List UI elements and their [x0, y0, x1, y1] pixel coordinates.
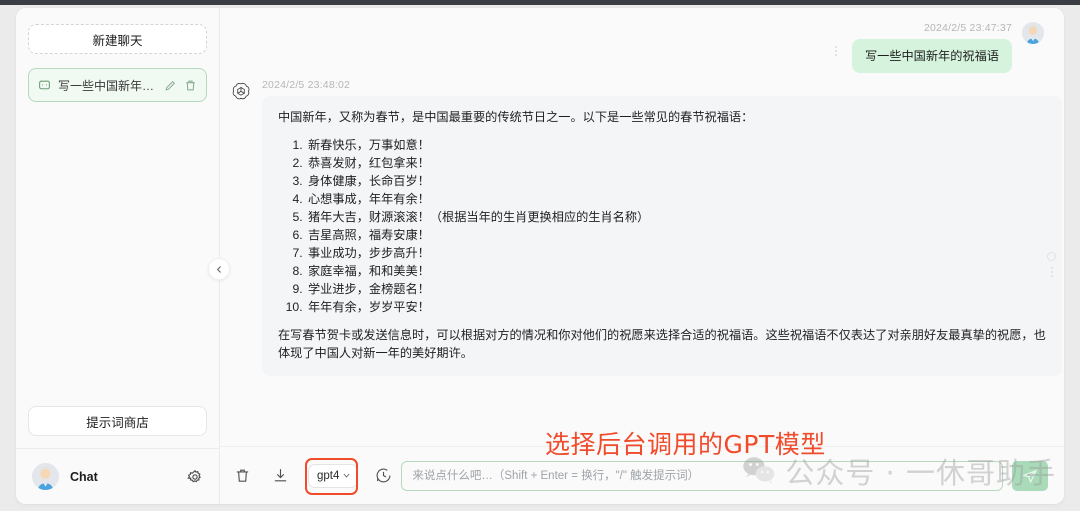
annotation-text: 选择后台调用的GPT模型	[545, 430, 826, 459]
conversation-scroll-area[interactable]: 2024/2/5 23:47:37 写一些中国新年的祝福语 2024/2/5 2…	[220, 8, 1064, 446]
list-item: 年年有余，岁岁平安！	[306, 298, 1046, 316]
chevron-left-icon	[216, 265, 221, 273]
os-titlebar	[0, 0, 1080, 5]
assistant-message-column: 2024/2/5 23:48:02 中国新年，又称为春节，是中国最重要的传统节日…	[262, 79, 1062, 376]
user-name-label: Chat	[70, 469, 98, 484]
greetings-list: 新春快乐，万事如意！ 恭喜发财，红包拿来！ 身体健康，长命百岁！ 心想事成，年年…	[278, 136, 1046, 316]
avatar	[32, 463, 59, 490]
assistant-intro-paragraph: 中国新年，又称为春节，是中国最重要的传统节日之一。以下是一些常见的春节祝福语：	[278, 110, 754, 124]
chat-item-title: 写一些中国新年的…	[58, 78, 157, 93]
openai-logo-icon	[230, 81, 252, 103]
list-item: 恭喜发财，红包拿来！	[306, 154, 1046, 172]
pencil-icon[interactable]	[164, 79, 177, 92]
main-panel: 2024/2/5 23:47:37 写一些中国新年的祝福语 2024/2/5 2…	[220, 8, 1064, 504]
message-row-user: 2024/2/5 23:47:37 写一些中国新年的祝福语	[230, 22, 1044, 73]
assistant-message-bubble: 中国新年，又称为春节，是中国最重要的传统节日之一。以下是一些常见的春节祝福语： …	[262, 96, 1062, 376]
new-chat-label: 新建聊天	[92, 33, 143, 48]
sidebar-top-section: 新建聊天 写一些中国新年的…	[16, 8, 219, 406]
message-drag-handle[interactable]	[834, 22, 838, 56]
list-item: 心想事成，年年有余！	[306, 190, 1046, 208]
trash-icon[interactable]	[234, 467, 251, 484]
chat-app-window: 新建聊天 写一些中国新年的… 提示词商店 Chat 2024/2/5 23:47…	[16, 8, 1064, 504]
avatar	[1022, 22, 1044, 44]
trash-icon[interactable]	[184, 79, 197, 92]
assistant-message-actions[interactable]	[1047, 252, 1056, 277]
prompt-store-label: 提示词商店	[86, 415, 149, 430]
message-row-assistant: 2024/2/5 23:48:02 中国新年，又称为春节，是中国最重要的传统节日…	[230, 79, 1062, 376]
sidebar: 新建聊天 写一些中国新年的… 提示词商店 Chat	[16, 8, 230, 504]
assistant-outro-paragraph: 在写春节贺卡或发送信息时，可以根据对方的情况和你对他们的祝愿来选择合适的祝福语。…	[278, 328, 1046, 360]
sidebar-bottom-section: 提示词商店 Chat	[16, 406, 219, 504]
user-message-block: 2024/2/5 23:47:37 写一些中国新年的祝福语	[834, 22, 1044, 73]
app-window: 新建聊天 写一些中国新年的… 提示词商店 Chat 2024/2/5 23:47…	[0, 0, 1080, 511]
user-message-column: 2024/2/5 23:47:37 写一些中国新年的祝福语	[851, 22, 1012, 73]
send-button[interactable]	[1012, 460, 1048, 491]
message-input[interactable]	[401, 460, 1003, 491]
message-more-handle[interactable]	[1050, 267, 1053, 277]
chevron-down-icon	[342, 471, 351, 480]
regenerate-icon[interactable]	[1047, 252, 1056, 261]
model-selector[interactable]: gpt4	[305, 457, 359, 495]
sidebar-collapse-button[interactable]	[208, 258, 230, 280]
list-item: 事业成功，步步高升！	[306, 244, 1046, 262]
message-timestamp: 2024/2/5 23:48:02	[262, 79, 351, 91]
message-square-icon	[38, 79, 51, 92]
gear-icon[interactable]	[187, 469, 203, 485]
list-item: 猪年大吉，财源滚滚！（根据当年的生肖更换相应的生肖名称）	[306, 208, 1046, 226]
message-timestamp: 2024/2/5 23:47:37	[923, 22, 1012, 34]
chat-list-item[interactable]: 写一些中国新年的…	[28, 68, 207, 102]
new-chat-button[interactable]: 新建聊天	[28, 24, 207, 54]
list-item: 身体健康，长命百岁！	[306, 172, 1046, 190]
list-item: 学业进步，金榜题名！	[306, 280, 1046, 298]
clock-icon[interactable]	[375, 467, 392, 484]
send-icon	[1022, 469, 1038, 483]
list-item: 吉星高照，福寿安康！	[306, 226, 1046, 244]
user-message-bubble: 写一些中国新年的祝福语	[851, 39, 1012, 73]
prompt-store-button[interactable]: 提示词商店	[28, 406, 207, 436]
model-selector-value: gpt4	[317, 469, 340, 482]
user-profile-row[interactable]: Chat	[16, 448, 219, 504]
list-item: 家庭幸福，和和美美！	[306, 262, 1046, 280]
assistant-message-block: 2024/2/5 23:48:02 中国新年，又称为春节，是中国最重要的传统节日…	[230, 79, 1062, 376]
download-icon[interactable]	[272, 467, 289, 484]
list-item: 新春快乐，万事如意！	[306, 136, 1046, 154]
